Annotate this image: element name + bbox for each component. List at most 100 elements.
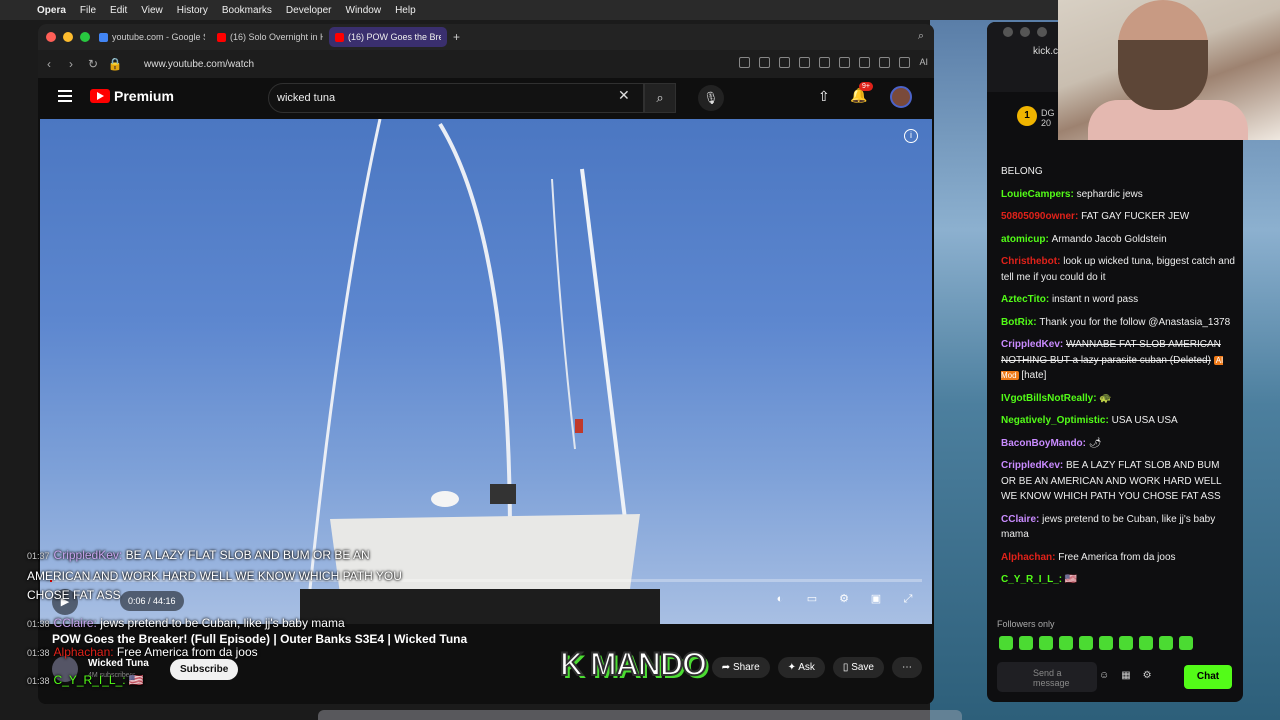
rank-badge: 1 <box>1017 106 1037 126</box>
close-window-button[interactable] <box>46 32 56 42</box>
chat-message: LouieCampers: sephardic jews <box>1001 187 1237 203</box>
tab-pow-goes-the-breaker[interactable]: (16) POW Goes the Brea <box>329 27 447 47</box>
chat-username[interactable]: CrippledKev: <box>1001 339 1066 350</box>
chat-username[interactable]: CClaire: <box>1001 514 1042 525</box>
chat-username[interactable]: IVgotBillsNotReally: <box>1001 393 1099 404</box>
chat-input[interactable]: Send a message <box>997 662 1097 692</box>
miniplayer-icon[interactable]: ▣ <box>864 589 888 609</box>
more-button[interactable]: ⋯ <box>892 657 922 678</box>
rank-name: DG 20 <box>1041 108 1055 128</box>
ask-button[interactable]: ✦ Ask <box>777 657 825 678</box>
emote[interactable] <box>1159 636 1173 650</box>
emote[interactable] <box>1099 636 1113 650</box>
chat-username[interactable]: Alphachan: <box>1001 552 1058 563</box>
reload-icon[interactable]: ↻ <box>82 57 104 71</box>
chat-send-button[interactable]: Chat <box>1184 665 1232 689</box>
camera-icon[interactable] <box>759 57 771 68</box>
save-button[interactable]: ▯ Save <box>832 657 884 678</box>
zoom-window-button[interactable] <box>1037 27 1047 37</box>
chat-username[interactable]: LouieCampers: <box>1001 189 1077 200</box>
emote[interactable] <box>1179 636 1193 650</box>
ai-button[interactable]: AI <box>919 57 928 68</box>
menu-window[interactable]: Window <box>339 5 389 16</box>
minimize-window-button[interactable] <box>1020 27 1030 37</box>
dock[interactable] <box>318 710 962 720</box>
emote[interactable] <box>999 636 1013 650</box>
chat-message: C_Y_R_I_L_: 🇺🇸 <box>1001 572 1237 588</box>
gift-icon[interactable]: ▦ <box>1121 670 1130 681</box>
chat-username[interactable]: BotRix: <box>1001 317 1039 328</box>
emote[interactable] <box>1139 636 1153 650</box>
fullscreen-icon[interactable]: ⤢ <box>896 589 920 609</box>
menu-view[interactable]: View <box>134 5 170 16</box>
settings-icon[interactable]: ⚙ <box>1143 670 1152 681</box>
emote[interactable] <box>1039 636 1053 650</box>
chat-message: CrippledKev: BE A LAZY FLAT SLOB AND BUM… <box>1001 458 1237 505</box>
tab-bar: youtube.com - Google S (16) Solo Overnig… <box>38 24 934 50</box>
create-icon[interactable]: ⇧ <box>818 88 830 105</box>
url-field[interactable]: www.youtube.com/watch <box>144 59 254 70</box>
download-icon[interactable] <box>839 57 851 68</box>
chat-text: BELONG <box>1001 166 1043 177</box>
captions-icon[interactable]: ▭ <box>800 589 824 609</box>
chat-username[interactable]: BaconBoyMando: <box>1001 438 1089 449</box>
subscribe-button[interactable]: Subscribe <box>170 659 239 680</box>
menu-help[interactable]: Help <box>388 5 423 16</box>
extension-icon[interactable] <box>879 57 891 68</box>
settings-icon[interactable]: ⚙ <box>832 589 856 609</box>
menu-history[interactable]: History <box>170 5 215 16</box>
chat-message: AztecTito: instant n word pass <box>1001 292 1237 308</box>
menu-app[interactable]: Opera <box>30 5 73 16</box>
microphone-icon[interactable]: 🎙 <box>698 85 724 111</box>
tab-google[interactable]: youtube.com - Google S <box>93 27 211 47</box>
chat-username[interactable]: C_Y_R_I_L_: <box>1001 574 1065 585</box>
channel-name[interactable]: Wicked Tuna <box>88 658 149 669</box>
zoom-window-button[interactable] <box>80 32 90 42</box>
chat-username[interactable]: 50805090owner: <box>1001 211 1081 222</box>
time-display: 0:06 / 44:16 <box>120 591 184 611</box>
search-input[interactable]: wicked tuna <box>268 83 644 113</box>
youtube-play-icon <box>90 89 110 103</box>
menu-bookmarks[interactable]: Bookmarks <box>215 5 279 16</box>
chat-message-list: BELONG LouieCampers: sephardic jews 508050… <box>1001 164 1237 595</box>
clear-search-icon[interactable]: ✕ <box>618 87 630 104</box>
autoplay-toggle[interactable]: ◐ <box>768 589 792 609</box>
shield-icon[interactable] <box>779 57 791 68</box>
share-button[interactable]: ➦ Share <box>711 657 770 678</box>
tab-search-icon[interactable]: ⌕ <box>918 30 924 43</box>
info-icon[interactable]: i <box>904 129 918 143</box>
account-avatar[interactable] <box>890 86 912 108</box>
search-button[interactable]: ⌕ <box>644 83 676 113</box>
menu-icon[interactable] <box>58 90 72 105</box>
list-icon[interactable] <box>859 57 871 68</box>
chat-username[interactable]: CrippledKev: <box>1001 460 1066 471</box>
close-window-button[interactable] <box>1003 27 1013 37</box>
heart-icon[interactable] <box>819 57 831 68</box>
youtube-logo[interactable]: Premium <box>90 88 174 104</box>
notifications-icon[interactable]: 🔔 9+ <box>850 82 873 104</box>
chat-username[interactable]: AztecTito: <box>1001 294 1052 305</box>
address-bar: ‹ › ↻ 🔒 www.youtube.com/watch AI <box>38 50 934 78</box>
play-icon[interactable] <box>799 57 811 68</box>
emoji-icon[interactable]: ☺ <box>1099 670 1109 681</box>
new-tab-button[interactable]: + <box>447 30 466 44</box>
emote[interactable] <box>1059 636 1073 650</box>
menu-edit[interactable]: Edit <box>103 5 134 16</box>
chat-username[interactable]: atomicup: <box>1001 234 1052 245</box>
window-controls <box>995 27 1050 37</box>
edit-icon[interactable] <box>739 57 751 68</box>
menu-developer[interactable]: Developer <box>279 5 339 16</box>
emote[interactable] <box>1119 636 1133 650</box>
emote[interactable] <box>1079 636 1093 650</box>
webcam-feed <box>1058 0 1280 140</box>
forward-icon[interactable]: › <box>60 57 82 71</box>
chat-username[interactable]: Christhebot: <box>1001 256 1063 267</box>
profile-icon[interactable] <box>899 57 911 68</box>
minimize-window-button[interactable] <box>63 32 73 42</box>
chat-username[interactable]: Negatively_Optimistic: <box>1001 415 1112 426</box>
menu-file[interactable]: File <box>73 5 103 16</box>
chat-text: instant n word pass <box>1051 294 1139 305</box>
tab-solo-overnight[interactable]: (16) Solo Overnight in H <box>211 27 329 47</box>
back-icon[interactable]: ‹ <box>38 57 60 71</box>
emote[interactable] <box>1019 636 1033 650</box>
